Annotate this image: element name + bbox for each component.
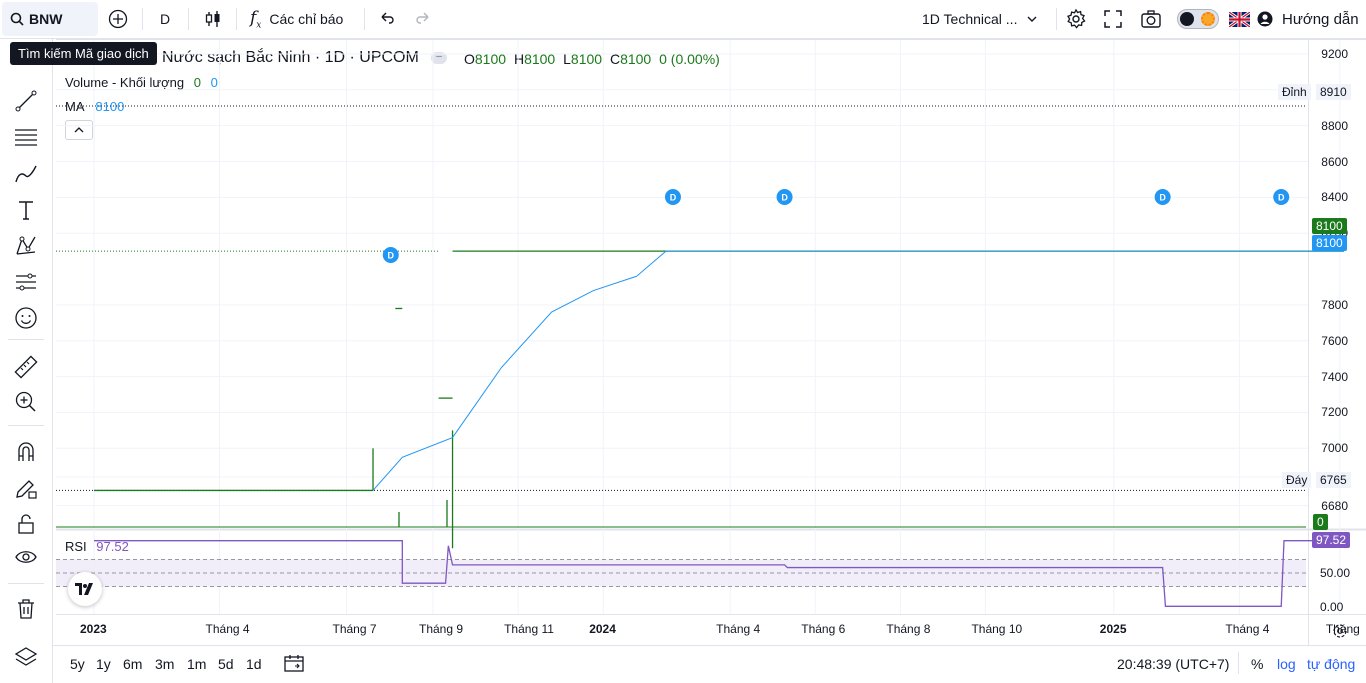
volume-tag: 0 [1313,514,1328,530]
rsi-value: 97.52 [96,539,129,554]
time-tick-label: Tháng 4 [205,622,250,636]
price-tick-label: 7000 [1321,441,1348,456]
time-tick-label: 2024 [589,622,616,636]
time-tick-label: 2023 [80,622,107,636]
rsi-legend: RSI 97.52 [65,539,129,554]
price-tick-label: 8400 [1321,190,1348,205]
range-button-1y[interactable]: 1y [96,656,111,672]
low-label: Đáy [1282,472,1312,488]
rsi-label: RSI [65,539,87,554]
calendar-icon [284,655,304,672]
gear-icon [1333,624,1347,638]
axis-settings-button[interactable] [1332,623,1348,644]
time-tick-label: Tháng 9 [419,622,464,636]
ma-line [372,250,1344,491]
time-tick-label: 2025 [1099,622,1127,636]
clock: 20:48:39 (UTC+7) [1117,656,1230,672]
price-tick-label: 8600 [1321,154,1348,169]
rsi-tick: 0.00 [1320,600,1344,614]
price-tick-label: 6680 [1321,498,1348,513]
high-value: 8910 [1316,84,1351,100]
time-tick-label: Tháng 8 [886,622,931,636]
dividend-marker-label: D [1278,193,1285,203]
price-tick-label: 7200 [1321,405,1348,420]
range-button-1m[interactable]: 1m [187,656,206,672]
go-to-date-button[interactable] [284,654,304,677]
time-tick-label: Tháng 7 [332,622,377,636]
price-tick-label: 9200 [1321,46,1348,61]
time-tick-label: Tháng 4 [716,622,761,636]
price-tick-label: 7600 [1321,333,1348,348]
range-button-6m[interactable]: 6m [123,656,142,672]
percent-toggle[interactable]: % [1251,656,1263,672]
tooltip: Tìm kiếm Mã giao dịch [10,42,157,65]
range-button-5y[interactable]: 5y [70,656,85,672]
time-tick-label: Tháng 4 [1225,622,1270,636]
price-chart[interactable]: D D D D D [0,0,1366,683]
dividend-marker-label: D [670,193,677,203]
dividend-marker-label: D [388,251,395,261]
tv-logo-icon [75,583,93,595]
price-tick-label: 7800 [1321,297,1348,312]
range-button-3m[interactable]: 3m [155,656,174,672]
last-price-tag: 8100 [1312,218,1347,234]
ma-price-tag: 8100 [1312,235,1347,251]
divider [1238,652,1239,674]
price-tick-label: 7400 [1321,369,1348,384]
time-tick-label: Tháng 11 [504,622,554,636]
divider [53,645,1366,646]
rsi-tag: 97.52 [1312,532,1351,548]
time-tick-label: Tháng 6 [801,622,846,636]
auto-scale-toggle[interactable]: tự động [1307,656,1355,672]
log-toggle[interactable]: log [1277,656,1296,672]
low-value: 6765 [1316,472,1351,488]
range-button-1d[interactable]: 1d [246,656,262,672]
range-button-5d[interactable]: 5d [218,656,234,672]
tradingview-logo[interactable] [68,572,102,606]
rsi-tick: 50.00 [1320,566,1351,580]
price-tick-label: 8800 [1321,118,1348,133]
dividend-marker-label: D [1159,193,1166,203]
dividend-marker-label: D [781,193,788,203]
high-label: Đỉnh [1278,84,1311,100]
time-tick-label: Tháng 10 [971,622,1023,636]
